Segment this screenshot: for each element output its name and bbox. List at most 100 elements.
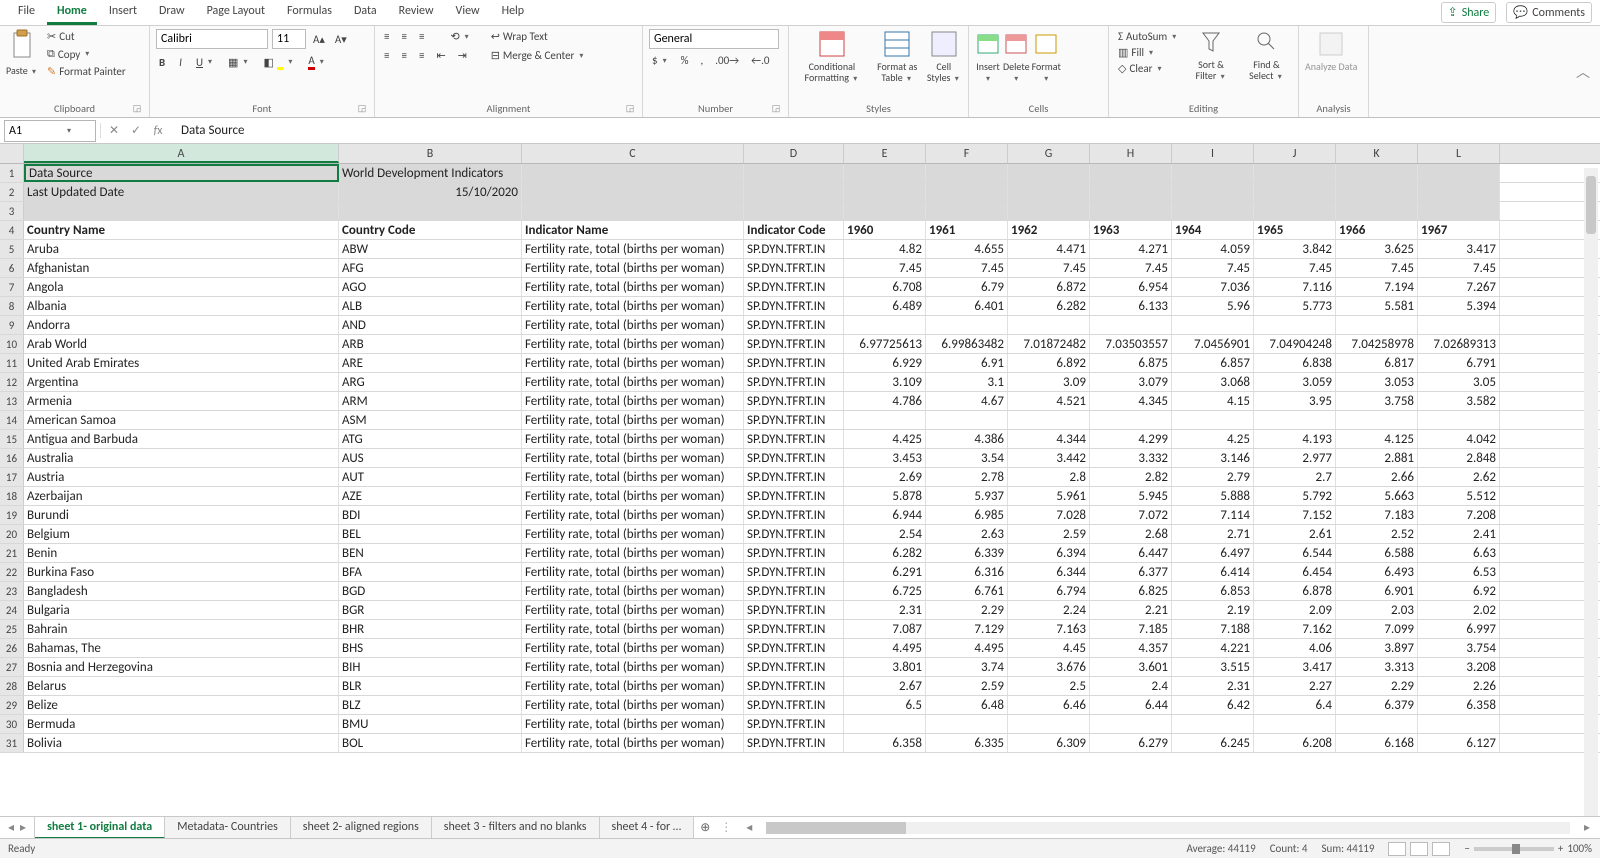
cell[interactable]: Fertility rate, total (births per woman) <box>522 278 744 296</box>
cell[interactable]: BFA <box>339 563 522 581</box>
cell[interactable]: 3.754 <box>1418 639 1500 657</box>
cell[interactable]: 4.67 <box>926 392 1008 410</box>
cell[interactable]: 4.15 <box>1172 392 1254 410</box>
cell[interactable]: 5.96 <box>1172 297 1254 315</box>
cell[interactable]: 3.54 <box>926 449 1008 467</box>
cell[interactable]: 3.053 <box>1336 373 1418 391</box>
cell[interactable]: 7.099 <box>1336 620 1418 638</box>
column-header-H[interactable]: H <box>1090 144 1172 163</box>
cell[interactable] <box>1336 715 1418 733</box>
zoom-slider[interactable] <box>1474 847 1554 851</box>
dialog-launcher-icon[interactable]: ◲ <box>624 103 636 115</box>
cell[interactable]: 3.453 <box>844 449 926 467</box>
cell[interactable]: ABW <box>339 240 522 258</box>
cell[interactable]: BGD <box>339 582 522 600</box>
row-header[interactable]: 17 <box>0 468 24 486</box>
zoom-out-button[interactable]: − <box>1464 842 1469 855</box>
cell[interactable]: 6.875 <box>1090 354 1172 372</box>
cell[interactable]: 6.447 <box>1090 544 1172 562</box>
cell[interactable]: Fertility rate, total (births per woman) <box>522 563 744 581</box>
row-header[interactable]: 8 <box>0 297 24 315</box>
cell[interactable]: BLR <box>339 677 522 695</box>
cell[interactable]: Arab World <box>24 335 339 353</box>
row-header[interactable]: 26 <box>0 639 24 657</box>
cell[interactable]: SP.DYN.TFRT.IN <box>744 392 844 410</box>
cell[interactable]: Indicator Name <box>522 221 744 239</box>
row-header[interactable]: 22 <box>0 563 24 581</box>
cell[interactable]: Aruba <box>24 240 339 258</box>
cell[interactable]: SP.DYN.TFRT.IN <box>744 430 844 448</box>
row-header[interactable]: 20 <box>0 525 24 543</box>
font-size-select[interactable] <box>272 29 306 49</box>
cell[interactable] <box>1008 202 1090 220</box>
row-header[interactable]: 31 <box>0 734 24 752</box>
enter-formula-button[interactable]: ✓ <box>127 123 145 138</box>
cell[interactable]: 2.82 <box>1090 468 1172 486</box>
cell[interactable]: Fertility rate, total (births per woman) <box>522 677 744 695</box>
cell[interactable]: 7.185 <box>1090 620 1172 638</box>
cell[interactable]: 7.45 <box>926 259 1008 277</box>
cell[interactable] <box>1254 183 1336 201</box>
cell[interactable]: 6.335 <box>926 734 1008 752</box>
row-header[interactable]: 1 <box>0 164 24 182</box>
cell[interactable]: 2.29 <box>926 601 1008 619</box>
name-box-input[interactable] <box>9 124 65 138</box>
cell[interactable]: Burkina Faso <box>24 563 339 581</box>
name-box[interactable]: ▾ <box>4 120 96 142</box>
cell[interactable] <box>1418 183 1500 201</box>
column-header-B[interactable]: B <box>339 144 522 163</box>
cell[interactable]: 7.01872482 <box>1008 335 1090 353</box>
cell[interactable] <box>522 202 744 220</box>
cell[interactable]: Bolivia <box>24 734 339 752</box>
cell[interactable]: BOL <box>339 734 522 752</box>
cell[interactable]: 1967 <box>1418 221 1500 239</box>
row-header[interactable]: 29 <box>0 696 24 714</box>
cell[interactable]: 4.221 <box>1172 639 1254 657</box>
cell[interactable]: Bahrain <box>24 620 339 638</box>
cell[interactable]: Fertility rate, total (births per woman) <box>522 487 744 505</box>
cell[interactable]: 7.028 <box>1008 506 1090 524</box>
column-header-G[interactable]: G <box>1008 144 1090 163</box>
sheet-nav-prev[interactable]: ◂ <box>6 820 16 835</box>
dialog-launcher-icon[interactable]: ◲ <box>356 103 368 115</box>
cell[interactable]: ARB <box>339 335 522 353</box>
cell[interactable]: 1965 <box>1254 221 1336 239</box>
cell[interactable] <box>1418 202 1500 220</box>
cell[interactable]: 6.339 <box>926 544 1008 562</box>
cell[interactable]: SP.DYN.TFRT.IN <box>744 639 844 657</box>
cell[interactable]: 2.66 <box>1336 468 1418 486</box>
cell[interactable]: SP.DYN.TFRT.IN <box>744 316 844 334</box>
percent-format-button[interactable]: % <box>678 53 692 68</box>
cell[interactable]: 2.62 <box>1418 468 1500 486</box>
cell[interactable]: 6.489 <box>844 297 926 315</box>
bold-button[interactable]: B <box>156 55 168 70</box>
cell[interactable] <box>1172 164 1254 182</box>
wrap-text-button[interactable]: ↩Wrap Text <box>488 29 589 44</box>
analyze-data-button[interactable]: Analyze Data <box>1305 29 1357 72</box>
cell[interactable]: 2.09 <box>1254 601 1336 619</box>
cell[interactable]: 6.929 <box>844 354 926 372</box>
cell[interactable]: 6.878 <box>1254 582 1336 600</box>
cell[interactable]: SP.DYN.TFRT.IN <box>744 582 844 600</box>
cell[interactable]: BDI <box>339 506 522 524</box>
cell[interactable] <box>844 411 926 429</box>
cell[interactable]: 6.282 <box>844 544 926 562</box>
cell[interactable]: 6.46 <box>1008 696 1090 714</box>
cell[interactable]: 5.961 <box>1008 487 1090 505</box>
cell[interactable]: 7.45 <box>1418 259 1500 277</box>
cell[interactable]: SP.DYN.TFRT.IN <box>744 715 844 733</box>
cell[interactable]: 7.183 <box>1336 506 1418 524</box>
column-header-E[interactable]: E <box>844 144 926 163</box>
cancel-formula-button[interactable]: ✕ <box>105 123 123 138</box>
cell[interactable]: 6.63 <box>1418 544 1500 562</box>
cell[interactable]: 6.761 <box>926 582 1008 600</box>
cell[interactable]: 6.358 <box>844 734 926 752</box>
paste-button[interactable]: Paste ▾ <box>6 29 38 77</box>
row-header[interactable]: 27 <box>0 658 24 676</box>
cell[interactable]: 4.042 <box>1418 430 1500 448</box>
cell[interactable]: 4.344 <box>1008 430 1090 448</box>
cell[interactable]: American Samoa <box>24 411 339 429</box>
cell[interactable]: 7.152 <box>1254 506 1336 524</box>
cell[interactable]: 6.401 <box>926 297 1008 315</box>
row-header[interactable]: 16 <box>0 449 24 467</box>
